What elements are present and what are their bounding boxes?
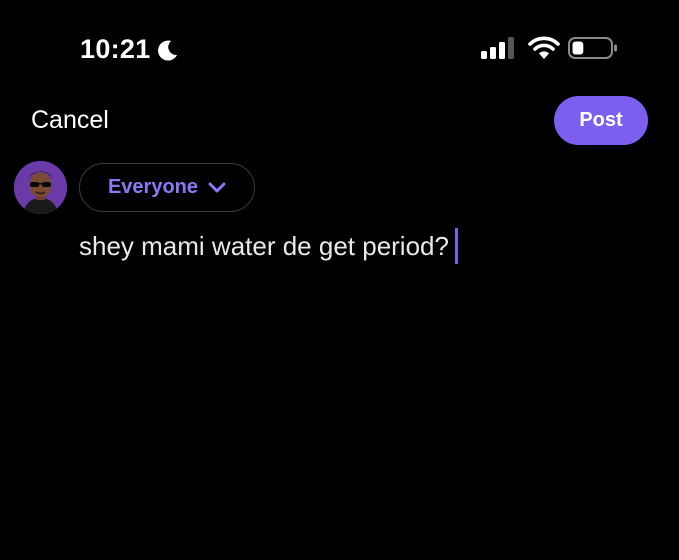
moon-icon	[157, 40, 177, 61]
text-cursor	[454, 228, 458, 264]
cellular-signal-icon	[481, 37, 514, 59]
compose-area[interactable]: shey mami water de get period?	[79, 228, 458, 264]
chevron-down-icon	[208, 182, 226, 192]
audience-selector[interactable]: Everyone	[79, 163, 255, 212]
status-time: 10:21	[80, 34, 151, 64]
battery-icon	[568, 37, 617, 59]
cancel-button[interactable]: Cancel	[31, 106, 109, 135]
avatar-image	[14, 161, 67, 214]
compose-input[interactable]: shey mami water de get period?	[79, 231, 449, 262]
time-group: 10:21	[80, 34, 179, 65]
avatar[interactable]	[14, 161, 67, 214]
post-button[interactable]: Post	[554, 96, 648, 145]
wifi-icon	[528, 36, 560, 59]
status-bar: 10:21	[0, 0, 679, 100]
status-icons	[480, 36, 618, 60]
audience-label: Everyone	[107, 176, 199, 198]
